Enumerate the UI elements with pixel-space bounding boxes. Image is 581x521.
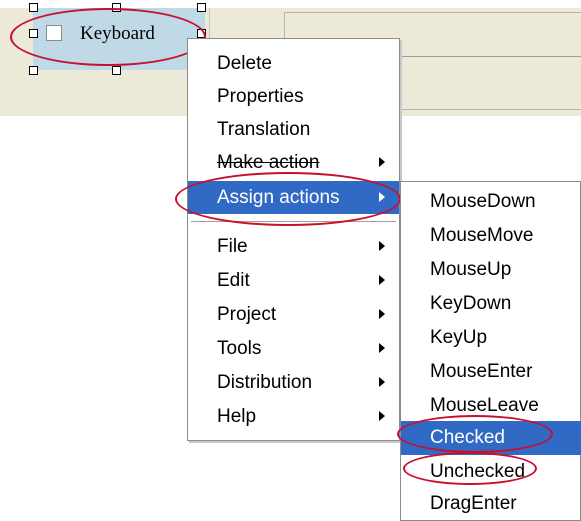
resize-handle-tl[interactable] — [29, 3, 38, 12]
submenu-item-label: DragEnter — [430, 493, 517, 514]
menu-item-label: Properties — [217, 86, 304, 107]
menu-item-label: Project — [217, 304, 277, 325]
submenu-item-mouseenter[interactable]: MouseEnter — [401, 355, 581, 389]
menu-item-edit[interactable]: Edit — [188, 264, 399, 297]
submenu-item-keyup[interactable]: KeyUp — [401, 321, 581, 355]
menu-item-distribution[interactable]: Distribution — [188, 366, 399, 399]
submenu-item-label: MouseUp — [430, 259, 512, 280]
menu-item-help[interactable]: Help — [188, 400, 399, 433]
designer-top-edge — [0, 0, 581, 8]
menu-item-properties[interactable]: Properties — [188, 80, 399, 113]
annotation-ellipse-checked — [397, 415, 553, 453]
menu-item-label: File — [217, 236, 248, 257]
annotation-ellipse-checkbox — [10, 8, 206, 66]
submenu-item-label: MouseDown — [430, 191, 536, 212]
submenu-item-label: MouseMove — [430, 225, 534, 246]
resize-handle-bl[interactable] — [29, 66, 38, 75]
menu-item-translation[interactable]: Translation — [188, 113, 399, 146]
context-menu: Delete Properties Translation Make actio… — [187, 38, 400, 441]
annotation-ellipse-assign-actions — [175, 172, 401, 226]
submenu-arrow-icon — [379, 309, 385, 319]
submenu-item-keydown[interactable]: KeyDown — [401, 287, 581, 321]
submenu-arrow-icon — [379, 157, 385, 167]
annotation-ellipse-unchecked — [403, 452, 537, 485]
submenu-arrow-icon — [379, 411, 385, 421]
menu-item-delete[interactable]: Delete — [188, 47, 399, 80]
submenu-item-label: MouseEnter — [430, 361, 533, 382]
submenu-arrow-icon — [379, 275, 385, 285]
menu-item-label: Delete — [217, 53, 272, 74]
menu-item-project[interactable]: Project — [188, 298, 399, 331]
menu-item-label: Help — [217, 406, 257, 427]
submenu-item-mouseup[interactable]: MouseUp — [401, 253, 581, 287]
submenu-item-dragenter[interactable]: DragEnter — [401, 487, 581, 521]
submenu-item-label: KeyUp — [430, 327, 488, 348]
menu-item-label: Distribution — [217, 372, 313, 393]
submenu-item-mousedown[interactable]: MouseDown — [401, 185, 581, 219]
menu-item-label: Translation — [217, 119, 311, 140]
submenu-arrow-icon — [379, 241, 385, 251]
submenu-item-mousemove[interactable]: MouseMove — [401, 219, 581, 253]
menu-item-label: Tools — [217, 338, 262, 359]
resize-handle-tr[interactable] — [197, 3, 206, 12]
submenu-arrow-icon — [379, 377, 385, 387]
resize-handle-bc[interactable] — [112, 66, 121, 75]
submenu-arrow-icon — [379, 343, 385, 353]
menu-item-label: Edit — [217, 270, 250, 291]
menu-item-tools[interactable]: Tools — [188, 332, 399, 365]
menu-item-file[interactable]: File — [188, 230, 399, 263]
submenu-item-label: KeyDown — [430, 293, 512, 314]
